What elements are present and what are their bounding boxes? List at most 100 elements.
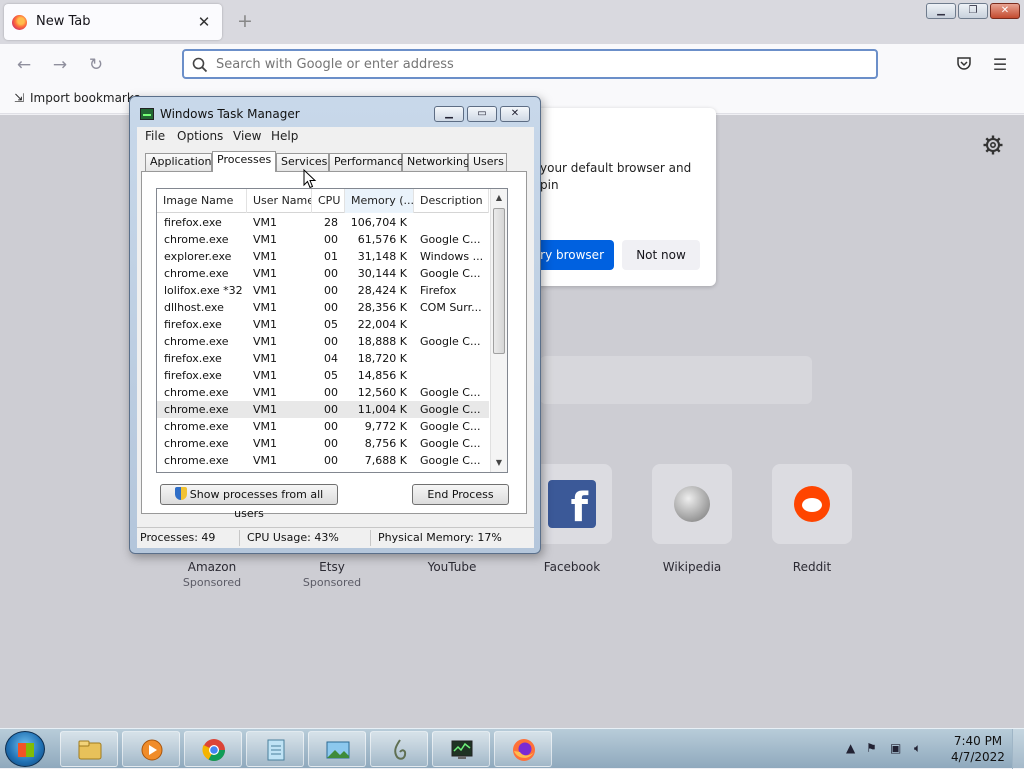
cell-user-name: VM1 (253, 420, 278, 433)
reddit-icon (794, 486, 830, 522)
cell-memory: 28,356 K (357, 301, 407, 314)
taskbar-notepad[interactable] (246, 731, 304, 767)
table-row[interactable]: explorer.exe VM1 01 31,148 K Windows ... (157, 248, 489, 265)
table-row[interactable]: firefox.exe VM1 05 22,004 K (157, 316, 489, 333)
table-row[interactable]: chrome.exe VM1 00 7,688 K Google C... (157, 452, 489, 469)
tab-performance[interactable]: Performance (329, 153, 404, 171)
gear-icon[interactable] (982, 134, 1004, 156)
table-row[interactable]: chrome.exe VM1 00 30,144 K Google C... (157, 265, 489, 282)
minimize-button[interactable]: ▁ (434, 106, 464, 122)
cell-description: Google C... (420, 335, 481, 348)
table-row[interactable]: dllhost.exe VM1 00 28,356 K COM Surr... (157, 299, 489, 316)
cell-memory: 61,576 K (357, 233, 407, 246)
column-cpu[interactable]: CPU (312, 189, 345, 213)
clock[interactable]: 7:40 PM 4/7/2022 (948, 733, 1008, 765)
cell-image-name: explorer.exe (164, 250, 232, 263)
table-row[interactable]: chrome.exe VM1 00 61,576 K Google C... (157, 231, 489, 248)
back-icon[interactable]: ← (12, 53, 36, 77)
end-process-button[interactable]: End Process (412, 484, 509, 505)
table-row[interactable]: chrome.exe VM1 00 9,772 K Google C... (157, 418, 489, 435)
table-row[interactable]: chrome.exe VM1 00 12,560 K Google C... (157, 384, 489, 401)
scroll-down-icon[interactable]: ▼ (491, 455, 507, 471)
column-description[interactable]: Description (414, 189, 489, 213)
tab-networking[interactable]: Networking (402, 153, 470, 171)
cell-memory: 22,004 K (357, 318, 407, 331)
taskbar-explorer[interactable] (60, 731, 118, 767)
menu-bar: File Options View Help (137, 127, 534, 145)
table-row[interactable]: chrome.exe VM1 00 8,756 K Google C... (157, 435, 489, 452)
tab-title: New Tab (36, 14, 91, 29)
tab-applications[interactable]: Applications (145, 153, 217, 171)
status-memory: Physical Memory: 17% (378, 531, 502, 544)
tab-processes[interactable]: Processes (212, 151, 276, 172)
taskbar-photo-viewer[interactable] (308, 731, 366, 767)
cell-cpu: 00 (324, 267, 338, 280)
menu-file[interactable]: File (145, 129, 165, 143)
make-primary-browser-button[interactable]: ary browser (532, 240, 614, 270)
minimize-button[interactable]: ▁ (926, 3, 956, 19)
column-user-name[interactable]: User Name (247, 189, 312, 213)
reload-icon[interactable]: ↻ (84, 53, 108, 77)
close-button[interactable]: ✕ (500, 106, 530, 122)
url-input[interactable] (214, 54, 854, 74)
column-memory[interactable]: Memory (... (345, 189, 414, 213)
cell-image-name: firefox.exe (164, 216, 222, 229)
cell-cpu: 01 (324, 250, 338, 263)
table-row[interactable]: chrome.exe VM1 00 11,004 K Google C... (157, 401, 489, 418)
shortcut-wikipedia[interactable]: Wikipedia (632, 464, 752, 574)
volume-icon[interactable]: 🔈︎ (914, 741, 921, 756)
restore-button[interactable]: ❐ (958, 3, 988, 19)
taskbar-chrome[interactable] (184, 731, 242, 767)
taskbar-media-player[interactable] (122, 731, 180, 767)
table-row[interactable]: chrome.exe VM1 00 18,888 K Google C... (157, 333, 489, 350)
table-row[interactable]: firefox.exe VM1 05 14,856 K (157, 367, 489, 384)
cell-memory: 14,856 K (357, 369, 407, 382)
maximize-button[interactable]: ▭ (467, 106, 497, 122)
scroll-thumb[interactable] (493, 208, 505, 354)
table-row[interactable]: firefox.exe VM1 28 106,704 K (157, 214, 489, 231)
tab-users[interactable]: Users (468, 153, 507, 171)
taskbar-task-manager[interactable] (432, 731, 490, 767)
taskbar-app[interactable] (370, 731, 428, 767)
not-now-button[interactable]: Not now (622, 240, 700, 270)
pocket-icon[interactable] (954, 55, 974, 75)
address-bar[interactable] (182, 49, 878, 79)
show-hidden-icons-icon[interactable]: ▲ (846, 741, 855, 755)
table-row[interactable]: firefox.exe VM1 04 18,720 K (157, 350, 489, 367)
close-window-button[interactable]: ✕ (990, 3, 1020, 19)
cell-memory: 31,148 K (357, 250, 407, 263)
scroll-up-icon[interactable]: ▲ (491, 190, 507, 206)
show-all-processes-button[interactable]: Show processes from all users (160, 484, 338, 520)
new-tab-button[interactable]: + (234, 10, 256, 32)
close-tab-icon[interactable]: ✕ (194, 12, 214, 32)
cell-user-name: VM1 (253, 454, 278, 467)
action-center-icon[interactable]: ⚑ (866, 741, 877, 755)
cell-description: Google C... (420, 454, 481, 467)
tab-new-tab[interactable]: New Tab ✕ (4, 4, 222, 40)
shortcut-reddit[interactable]: Reddit (752, 464, 872, 574)
firefox-icon (12, 15, 27, 30)
column-image-name[interactable]: Image Name (157, 189, 247, 213)
table-row[interactable]: lolifox.exe *32 VM1 00 28,424 K Firefox (157, 282, 489, 299)
process-list-scrollbar[interactable]: ▲ ▼ (490, 189, 507, 472)
menu-view[interactable]: View (233, 129, 261, 143)
process-list[interactable]: Image Name User Name CPU Memory (... Des… (156, 188, 508, 473)
forward-icon[interactable]: → (48, 53, 72, 77)
newtab-search-box[interactable] (540, 356, 812, 404)
menu-icon[interactable]: ☰ (990, 55, 1010, 75)
cell-memory: 11,004 K (357, 403, 407, 416)
status-cpu: CPU Usage: 43% (247, 531, 339, 544)
menu-help[interactable]: Help (271, 129, 298, 143)
cell-image-name: chrome.exe (164, 386, 229, 399)
network-icon[interactable]: ▣ (890, 741, 901, 755)
task-manager-titlebar[interactable]: Windows Task Manager ▁ ▭ ✕ (130, 97, 540, 127)
cell-description: Google C... (420, 403, 481, 416)
show-desktop-button[interactable] (1012, 729, 1024, 769)
taskbar-firefox[interactable] (494, 731, 552, 767)
cell-image-name: chrome.exe (164, 267, 229, 280)
menu-options[interactable]: Options (177, 129, 223, 143)
start-button[interactable] (5, 731, 45, 767)
cell-user-name: VM1 (253, 386, 278, 399)
windows-taskbar: ▲ ⚑ ▣ 🔈︎ 7:40 PM 4/7/2022 (0, 728, 1024, 769)
chrome-icon (202, 739, 225, 761)
